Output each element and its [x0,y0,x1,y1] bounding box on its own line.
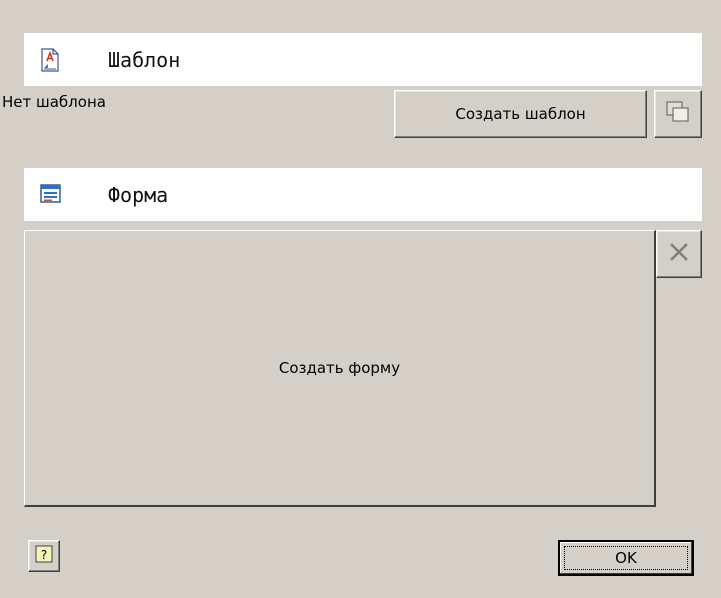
svg-text:?: ? [41,548,47,562]
create-form-label: Создать форму [278,359,401,377]
template-section-header: Шаблон [24,33,702,86]
form-window-icon [40,183,61,207]
template-document-icon [40,47,60,72]
create-form-button[interactable]: Создать форму [24,230,656,507]
create-template-button-label: Создать шаблон [455,105,586,123]
ok-focus-rect [564,546,688,570]
template-section-title: Шаблон [108,47,181,72]
form-section-header: Форма [24,168,702,221]
create-template-button[interactable]: Создать шаблон [394,90,647,138]
copy-icon [665,100,691,129]
template-status-text: Нет шаблона [2,93,106,111]
delete-form-button[interactable] [656,230,702,278]
help-button[interactable]: ? [28,540,60,572]
close-icon [669,242,689,267]
ok-button[interactable]: OK [558,540,694,576]
copy-template-button[interactable] [654,90,702,138]
help-icon: ? [35,545,53,568]
form-section-title: Форма [108,182,169,207]
